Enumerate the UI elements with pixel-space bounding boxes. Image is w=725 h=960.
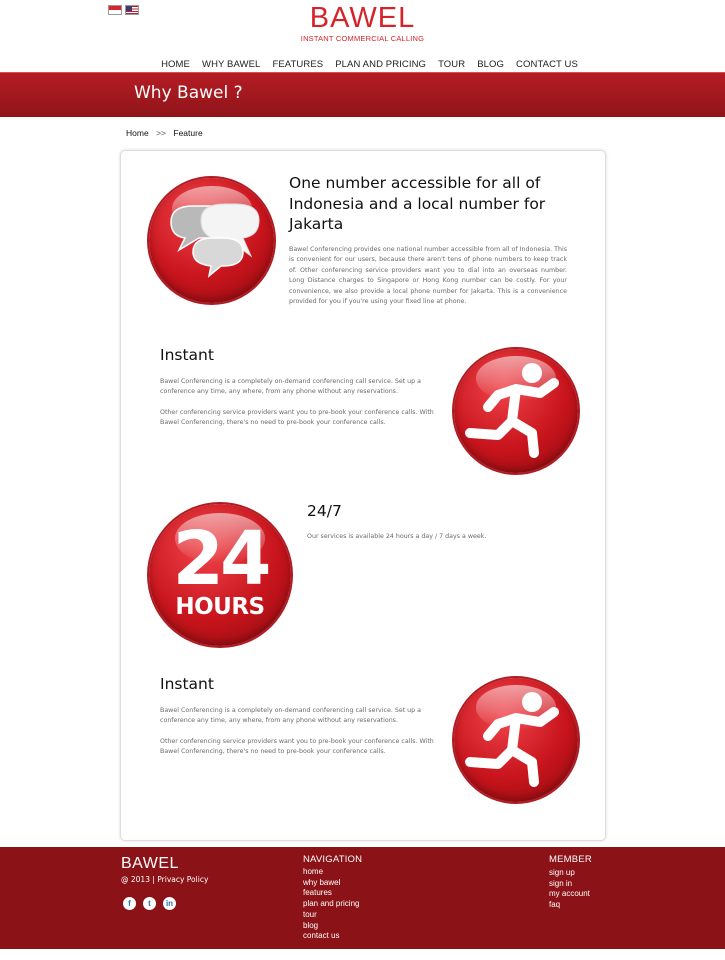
nav-why-bawel[interactable]: WHY BAWEL (202, 59, 260, 70)
footer-link-tour[interactable]: tour (303, 910, 362, 921)
footer-link-home[interactable]: home (303, 867, 362, 878)
logo-brand: BAWEL (309, 2, 416, 34)
footer-link-blog[interactable]: blog (303, 921, 362, 932)
breadcrumb-home[interactable]: Home (126, 128, 149, 138)
main-nav: HOME WHY BAWEL FEATURES PLAN AND PRICING… (0, 59, 725, 70)
feature-4-title: Instant (160, 675, 214, 693)
footer-link-sign-up[interactable]: sign up (549, 868, 592, 879)
feature-3-title: 24/7 (307, 502, 342, 520)
feature-4-paragraph-1: Bawel Conferencing is a completely on-de… (160, 707, 422, 725)
breadcrumb-separator: >> (156, 128, 166, 138)
feature-1-text: Bawel Conferencing provides one national… (289, 245, 567, 307)
nav-home[interactable]: HOME (161, 59, 190, 70)
feature-2-text: Bawel Conferencing is a completely on-de… (160, 377, 444, 429)
footer-link-sign-in[interactable]: sign in (549, 879, 592, 890)
footer-copyright[interactable]: @ 2013 | Privacy Policy (121, 875, 208, 884)
chat-bubbles-icon (149, 178, 274, 303)
feature-2-paragraph-2: Other conferencing service providers wan… (160, 408, 434, 427)
social-links: f t in (123, 897, 176, 910)
site-footer: BAWEL @ 2013 | Privacy Policy f t in NAV… (0, 847, 725, 949)
page-banner: Why Bawel ? (0, 72, 725, 117)
feature-4-paragraph-2: Other conferencing service providers wan… (160, 737, 434, 756)
footer-brand: BAWEL (121, 855, 179, 872)
footer-link-features[interactable]: features (303, 888, 362, 899)
feature-1-title: One number accessible for all of Indones… (289, 174, 546, 233)
footer-navigation-title: NAVIGATION (303, 854, 363, 865)
footer-link-contact-us[interactable]: contact us (303, 931, 362, 942)
feature-3-text: Our services is available 24 hours a day… (307, 532, 567, 542)
running-man-icon (454, 349, 578, 473)
footer-member: MEMBER sign up sign in my account faq (549, 854, 592, 911)
24-hours-label: HOURS (175, 594, 265, 620)
features-card: One number accessible for all of Indones… (120, 150, 606, 841)
footer-navigation: NAVIGATION home why bawel features plan … (303, 854, 362, 942)
feature-3-paragraph: Our services is available 24 hours a day… (307, 533, 487, 540)
breadcrumb-current: Feature (173, 128, 203, 138)
footer-link-faq[interactable]: faq (549, 900, 592, 911)
logo-tagline: INSTANT COMMERCIAL CALLING (300, 34, 425, 43)
footer-link-plan-and-pricing[interactable]: plan and pricing (303, 899, 362, 910)
nav-features[interactable]: FEATURES (272, 59, 323, 70)
facebook-icon[interactable]: f (123, 897, 136, 910)
feature-2-title: Instant (160, 346, 214, 364)
nav-blog[interactable]: BLOG (477, 59, 504, 70)
nav-contact-us[interactable]: CONTACT US (516, 59, 578, 70)
nav-plan-and-pricing[interactable]: PLAN AND PRICING (335, 59, 426, 70)
footer-member-title: MEMBER (549, 854, 592, 865)
24-hours-number: 24 (172, 516, 272, 602)
nav-tour[interactable]: TOUR (438, 59, 465, 70)
linkedin-icon[interactable]: in (163, 897, 176, 910)
feature-2-paragraph-1: Bawel Conferencing is a completely on-de… (160, 378, 422, 396)
running-man-icon (454, 678, 578, 802)
feature-4-text: Bawel Conferencing is a completely on-de… (160, 706, 444, 758)
footer-link-why-bawel[interactable]: why bawel (303, 878, 362, 889)
24-hours-icon: 24 HOURS (149, 504, 291, 646)
page-title: Why Bawel ? (134, 83, 243, 103)
feature-1-paragraph: Bawel Conferencing provides one national… (289, 246, 567, 306)
footer-link-my-account[interactable]: my account (549, 889, 592, 900)
twitter-icon[interactable]: t (143, 897, 156, 910)
breadcrumb: Home >> Feature (126, 128, 203, 138)
site-logo[interactable]: BAWEL INSTANT COMMERCIAL CALLING (0, 2, 725, 43)
